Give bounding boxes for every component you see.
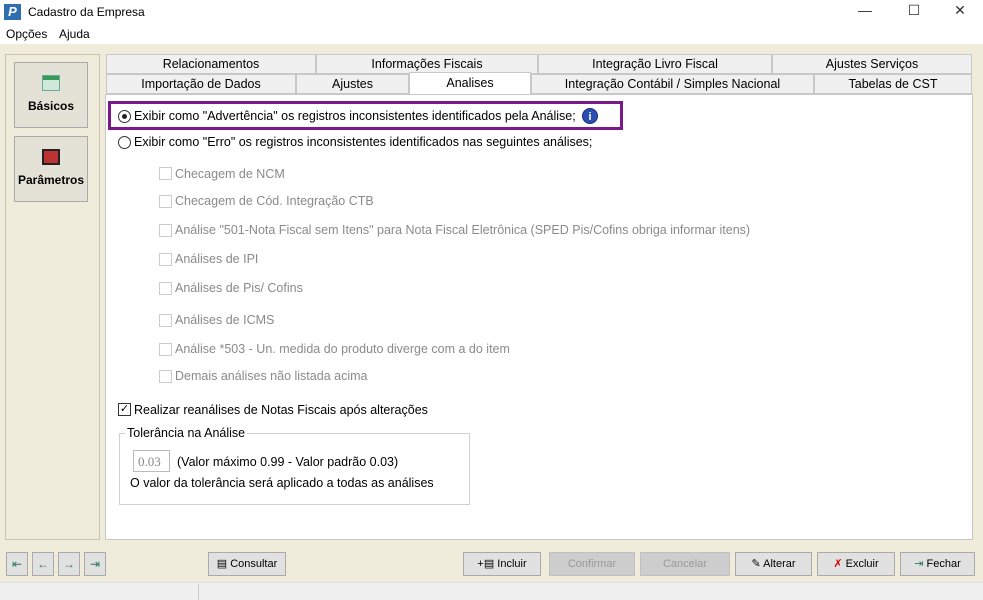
tolerance-group-label: Tolerância na Análise [125,426,248,440]
radio-error[interactable] [118,136,131,149]
button-label: Fechar [926,558,961,570]
edit-icon: ✎ [751,558,764,570]
tab-integracao-livro-fiscal[interactable]: Integração Livro Fiscal [538,54,772,74]
status-separator [198,584,199,600]
checkbox-demais[interactable] [159,370,172,383]
confirmar-button[interactable]: Confirmar [549,552,635,576]
tab-analises[interactable]: Analises [409,72,531,94]
alterar-button[interactable]: ✎ Alterar [735,552,812,576]
excluir-button[interactable]: ✗ Excluir [817,552,895,576]
status-bar [0,582,983,600]
info-icon[interactable]: i [582,108,598,124]
checkbox-pis-cofins[interactable] [159,282,172,295]
checkbox-reanalysis[interactable]: ✓ [118,403,131,416]
button-label: Excluir [845,558,879,570]
sidebar-label: Parâmetros [17,173,85,187]
tab-informacoes-fiscais[interactable]: Informações Fiscais [316,54,538,74]
checkbox-ctb[interactable] [159,195,172,208]
first-record-button[interactable]: ⇤ [6,552,28,576]
consultar-button[interactable]: ▤ Consultar [208,552,286,576]
button-label: Alterar [763,558,796,570]
checkbox-503[interactable] [159,343,172,356]
checkbox-label: Demais análises não listada acima [175,369,368,383]
sidebar-parametros-button[interactable]: Parâmetros [14,136,88,202]
previous-record-button[interactable]: ← [32,552,54,576]
minimize-button[interactable]: — [850,2,880,22]
checkbox-ncm[interactable] [159,167,172,180]
button-label: Consultar [230,558,278,570]
table-icon [42,75,60,91]
maximize-button[interactable]: ☐ [899,2,929,22]
menu-ajuda[interactable]: Ajuda [59,27,90,41]
tab-importacao-de-dados[interactable]: Importação de Dados [106,74,296,94]
tab-ajustes-servicos[interactable]: Ajustes Serviços [772,54,972,74]
title-bar [0,0,983,24]
tolerance-group [119,433,470,505]
list-icon: ▤ [216,558,231,570]
exit-icon: ⇥ [914,558,927,570]
checkbox-ipi[interactable] [159,253,172,266]
tab-relacionamentos[interactable]: Relacionamentos [106,54,316,74]
radio-warning-label: Exibir como "Advertência" os registros i… [134,109,576,123]
next-record-button[interactable]: → [58,552,80,576]
tolerance-hint: (Valor máximo 0.99 - Valor padrão 0.03) [177,455,399,469]
menu-bar [0,24,983,44]
sidebar-basicos-button[interactable]: Básicos [14,62,88,128]
fechar-button[interactable]: ⇥ Fechar [900,552,975,576]
menu-opcoes[interactable]: Opções [6,27,47,41]
radio-warning[interactable] [118,110,131,123]
tolerance-note: O valor da tolerância será aplicado a to… [130,476,434,490]
checkbox-label: Análises de IPI [175,252,259,266]
tolerance-input[interactable]: 0.03 [133,450,170,472]
tab-tabelas-cst[interactable]: Tabelas de CST [814,74,972,94]
delete-icon: ✗ [833,558,846,570]
close-button[interactable]: ✕ [945,2,975,22]
checkbox-label: Análise "501-Nota Fiscal sem Itens" para… [175,223,751,237]
checkbox-label: Análises de Pis/ Cofins [175,281,303,295]
checkbox-icms[interactable] [159,314,172,327]
tab-ajustes[interactable]: Ajustes [296,74,409,94]
add-icon: +▤ [477,558,498,570]
checkbox-reanalysis-label: Realizar reanálises de Notas Fiscais apó… [134,403,428,417]
checkbox-label: Checagem de NCM [175,167,285,181]
checkbox-501[interactable] [159,224,172,237]
app-icon: P [4,4,21,20]
checkbox-label: Análises de ICMS [175,313,275,327]
window-title: Cadastro da Empresa [28,5,145,19]
book-icon [42,149,60,165]
radio-error-label: Exibir como "Erro" os registros inconsis… [134,135,593,149]
incluir-button[interactable]: +▤ Incluir [463,552,541,576]
sidebar-label: Básicos [27,99,75,113]
checkbox-label: Análise *503 - Un. medida do produto div… [175,342,510,356]
last-record-button[interactable]: ⇥ [84,552,106,576]
cancelar-button[interactable]: Cancelar [640,552,730,576]
tab-integracao-contabil[interactable]: Integração Contábil / Simples Nacional [531,74,814,94]
checkbox-label: Checagem de Cód. Integração CTB [175,194,374,208]
button-label: Incluir [497,558,527,570]
